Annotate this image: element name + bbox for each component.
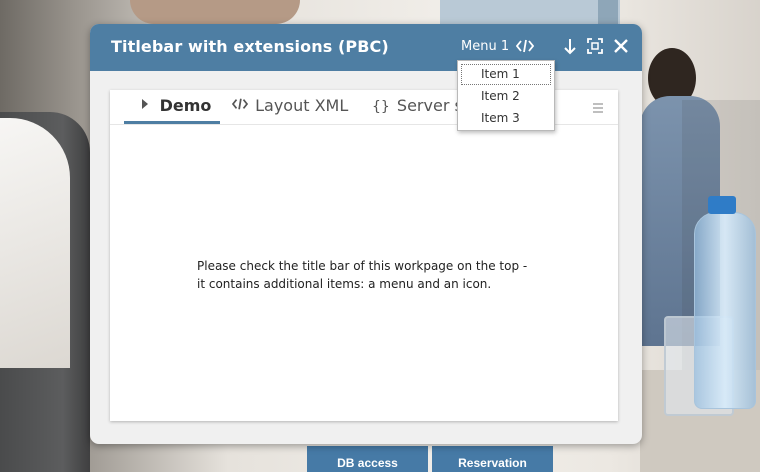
pin-down-icon[interactable]	[562, 37, 578, 61]
dropdown-item-2[interactable]: Item 2	[461, 86, 551, 107]
maximize-icon[interactable]	[586, 37, 604, 59]
close-icon[interactable]	[612, 37, 630, 59]
content-panel: Demo Layout XML {} Server side code Plea…	[110, 90, 618, 421]
tile-db-access[interactable]: DB access	[307, 446, 428, 472]
tab-layout-xml-label: Layout XML	[255, 96, 349, 115]
dropdown-item-1[interactable]: Item 1	[461, 64, 551, 85]
code-icon	[231, 96, 253, 115]
background-tiles: DB access Reservation	[307, 446, 553, 472]
window-title: Titlebar with extensions (PBC)	[111, 37, 389, 56]
tab-layout-xml[interactable]: Layout XML	[231, 96, 349, 115]
tile-reservation[interactable]: Reservation	[432, 446, 553, 472]
menu-1-dropdown: Item 1 Item 2 Item 3	[457, 60, 555, 131]
dropdown-item-3[interactable]: Item 3	[461, 108, 551, 129]
demo-description: Please check the title bar of this workp…	[197, 257, 527, 293]
titlebar-menu[interactable]: Menu 1	[461, 39, 509, 54]
titlebar: Titlebar with extensions (PBC) Menu 1	[90, 24, 642, 71]
active-tab-indicator	[124, 121, 220, 124]
braces-icon: {}	[372, 99, 390, 115]
caret-right-icon	[140, 96, 156, 115]
description-line-1: Please check the title bar of this workp…	[197, 259, 528, 273]
tab-demo[interactable]: Demo	[140, 96, 211, 115]
description-line-2: it contains additional items: a menu and…	[197, 277, 492, 291]
tab-demo-label: Demo	[159, 96, 212, 115]
code-icon[interactable]	[515, 37, 535, 59]
hamburger-menu-icon[interactable]	[592, 99, 604, 118]
workpage-dialog: Titlebar with extensions (PBC) Menu 1 De…	[90, 24, 642, 444]
